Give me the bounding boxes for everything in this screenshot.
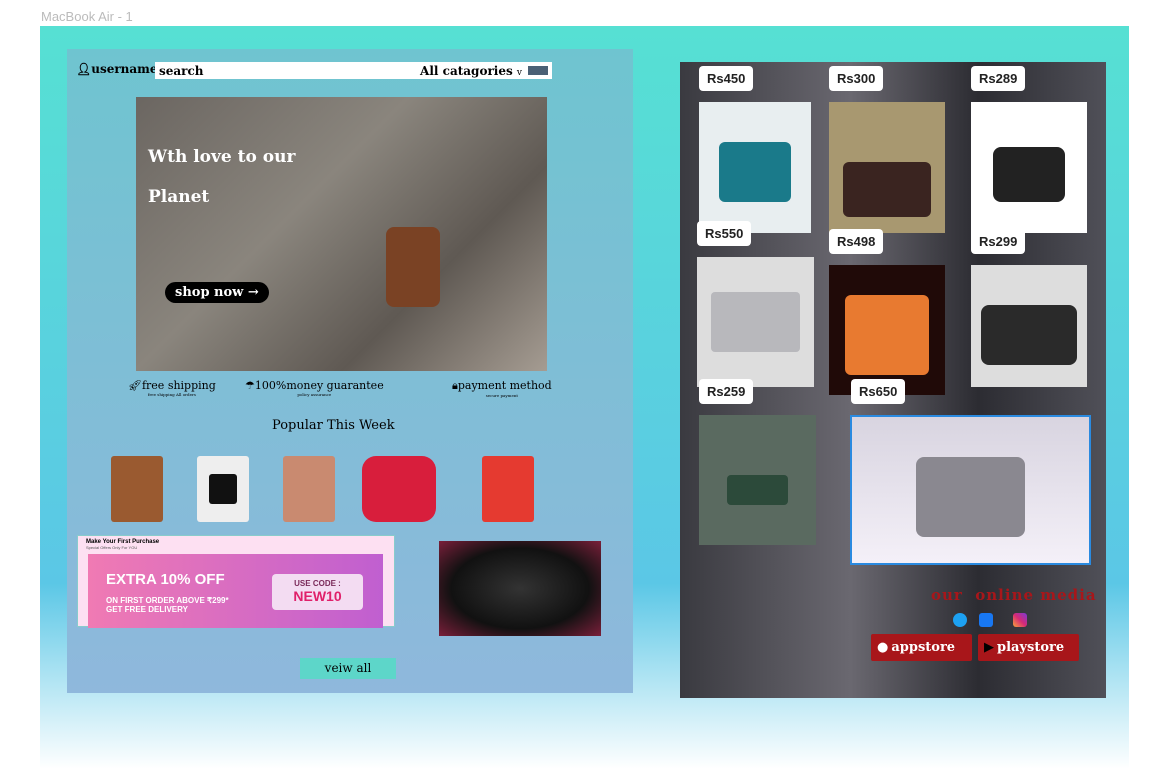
rocket-icon: 🚀︎ <box>128 379 142 392</box>
umbrella-icon: ☂︎ <box>245 379 255 392</box>
chevron-down-icon: v <box>516 67 522 78</box>
product-card-1[interactable] <box>699 102 811 233</box>
frame-label: MacBook Air - 1 <box>41 9 133 24</box>
price-tag: Rs650 <box>851 379 906 404</box>
code-label: USE CODE : <box>294 579 341 588</box>
price-tag: Rs299 <box>971 229 1026 254</box>
product-card-4[interactable] <box>697 257 814 387</box>
hero-bag-image <box>386 227 440 307</box>
online-media-heading: our online media <box>931 586 1097 604</box>
coupon: EXTRA 10% OFF ON FIRST ORDER ABOVE ₹299*… <box>88 554 383 628</box>
popular-product-2[interactable] <box>197 456 249 522</box>
popular-product-3[interactable] <box>283 456 335 522</box>
username-label: username <box>91 62 158 76</box>
price-tag: Rs289 <box>971 66 1026 91</box>
product-card-5[interactable] <box>829 265 945 395</box>
product-card-7[interactable] <box>699 415 816 545</box>
product-card-3[interactable] <box>971 102 1087 233</box>
user-icon: 👤︎ <box>76 62 92 76</box>
feature-free-shipping: 🚀︎free shipping free shipping All orders <box>128 379 216 397</box>
hero-banner: Wth love to our Planet shop now → <box>136 97 547 371</box>
playstore-button[interactable]: ▶ playstore <box>978 634 1079 661</box>
shop-now-label: shop now <box>175 285 244 300</box>
promo-banner[interactable]: Make Your First Purchase Special Offers … <box>77 535 395 628</box>
feature-title: 100%money guarantee <box>254 379 384 392</box>
facebook-icon[interactable] <box>979 613 993 627</box>
apple-icon: ● <box>877 640 889 655</box>
product-card-8[interactable] <box>850 415 1091 565</box>
category-select[interactable]: All catagories v <box>420 64 522 78</box>
coupon-title: EXTRA 10% OFF <box>106 571 225 588</box>
coupon-line2: GET FREE DELIVERY <box>106 605 188 614</box>
feature-title: payment method <box>457 379 552 392</box>
arrow-right-icon: → <box>247 285 259 300</box>
coupon-code-box: USE CODE : NEW10 <box>272 574 363 610</box>
feature-title: free shipping <box>141 379 216 392</box>
playstore-label: playstore <box>997 640 1065 655</box>
featured-bag-image[interactable] <box>439 541 601 636</box>
coupon-code: NEW10 <box>293 588 342 604</box>
popular-product-4[interactable] <box>362 456 436 522</box>
search-bar[interactable]: search All catagories v <box>155 62 552 79</box>
price-tag: Rs300 <box>829 66 884 91</box>
price-tag: Rs550 <box>697 221 752 246</box>
user-menu[interactable]: 👤︎ username <box>76 62 158 76</box>
coupon-details: ON FIRST ORDER ABOVE ₹299* GET FREE DELIV… <box>106 596 229 614</box>
feature-sub: free shipping All orders <box>147 392 196 397</box>
promo-heading: Make Your First Purchase <box>86 539 160 545</box>
play-icon: ▶ <box>984 640 994 655</box>
product-card-6[interactable] <box>971 265 1087 387</box>
appstore-button[interactable]: ● appstore <box>871 634 972 661</box>
feature-sub: policy assurance <box>297 392 332 397</box>
hero-title-line2: Planet <box>148 187 210 207</box>
price-tag: Rs259 <box>699 379 754 404</box>
instagram-icon[interactable] <box>1013 613 1027 627</box>
category-label: All catagories <box>420 63 513 78</box>
hero-title-line1: Wth love to our <box>148 147 296 167</box>
search-input[interactable]: search <box>159 64 204 78</box>
popular-product-1[interactable] <box>111 456 163 522</box>
coupon-line1: ON FIRST ORDER ABOVE ₹299* <box>106 596 229 605</box>
feature-payment-method: 🔒︎payment method secure payment <box>452 379 552 398</box>
popular-product-5[interactable] <box>482 456 534 522</box>
feature-money-guarantee: ☂︎100%money guarantee policy assurance <box>245 379 384 397</box>
price-tag: Rs498 <box>829 229 884 254</box>
search-button[interactable] <box>528 66 548 75</box>
product-card-2[interactable] <box>829 102 945 233</box>
price-tag: Rs450 <box>699 66 754 91</box>
feature-sub: secure payment <box>485 393 519 398</box>
appstore-label: appstore <box>891 640 956 655</box>
twitter-icon[interactable] <box>953 613 967 627</box>
shop-now-button[interactable]: shop now → <box>165 282 269 303</box>
promo-subheading: Special Offers Only For YOU <box>86 545 138 550</box>
popular-heading: Popular This Week <box>272 418 395 433</box>
view-all-button[interactable]: veiw all <box>300 658 396 679</box>
